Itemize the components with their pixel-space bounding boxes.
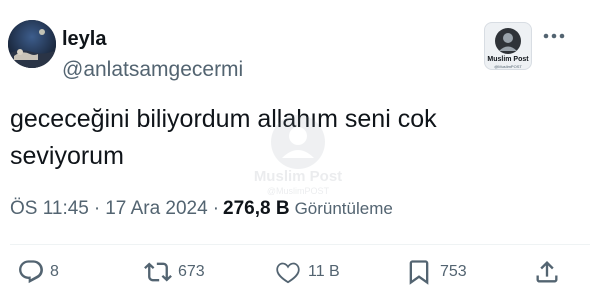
badge-subtitle: @MuslimPOST — [494, 64, 522, 69]
retweet-count: 673 — [178, 263, 205, 280]
reply-icon — [19, 260, 43, 284]
tweet-date[interactable]: 17 Ara 2024 — [105, 198, 207, 220]
meta-separator: · — [212, 198, 220, 219]
like-count: 11 B — [308, 263, 340, 280]
views-label: Görüntüleme — [294, 199, 393, 218]
tweet-line-2: seviyorum — [10, 142, 124, 170]
views-count[interactable]: 276,8 B — [223, 198, 290, 220]
source-badge: Muslim Post @MuslimPOST — [484, 22, 532, 70]
heart-icon — [276, 262, 300, 284]
divider — [10, 244, 590, 245]
bookmark-icon — [409, 260, 429, 285]
meta-separator: · — [93, 198, 101, 219]
profile-avatar-icon — [8, 20, 56, 68]
tweet-text: gececeğini biliyordum allahım seni cok s… — [10, 101, 570, 175]
reply-button[interactable]: 8 — [16, 257, 59, 287]
bookmark-button[interactable]: 753 — [404, 257, 467, 287]
user-handle[interactable]: @anlatsamgecermi — [62, 58, 243, 82]
tweet-meta: ÖS 11:45 · 17 Ara 2024 · 276,8 B Görüntü… — [10, 198, 393, 220]
reply-count: 8 — [50, 263, 59, 280]
bookmark-count: 753 — [440, 263, 467, 280]
like-button[interactable]: 11 B — [272, 257, 340, 287]
tweet-time[interactable]: ÖS 11:45 — [10, 198, 89, 220]
retweet-button[interactable]: 673 — [142, 257, 205, 287]
tweet-line-1: gececeğini biliyordum allahım seni cok — [10, 105, 437, 133]
badge-title: Muslim Post — [487, 56, 529, 63]
share-button[interactable] — [532, 257, 562, 287]
retweet-icon — [144, 262, 172, 282]
share-icon — [536, 261, 558, 283]
display-name[interactable]: leyla — [62, 28, 106, 51]
more-dots-icon — [543, 33, 565, 39]
more-options-button[interactable] — [540, 26, 568, 46]
watermark-subtitle: @MuslimPOST — [266, 186, 330, 196]
user-avatar[interactable] — [8, 20, 56, 68]
